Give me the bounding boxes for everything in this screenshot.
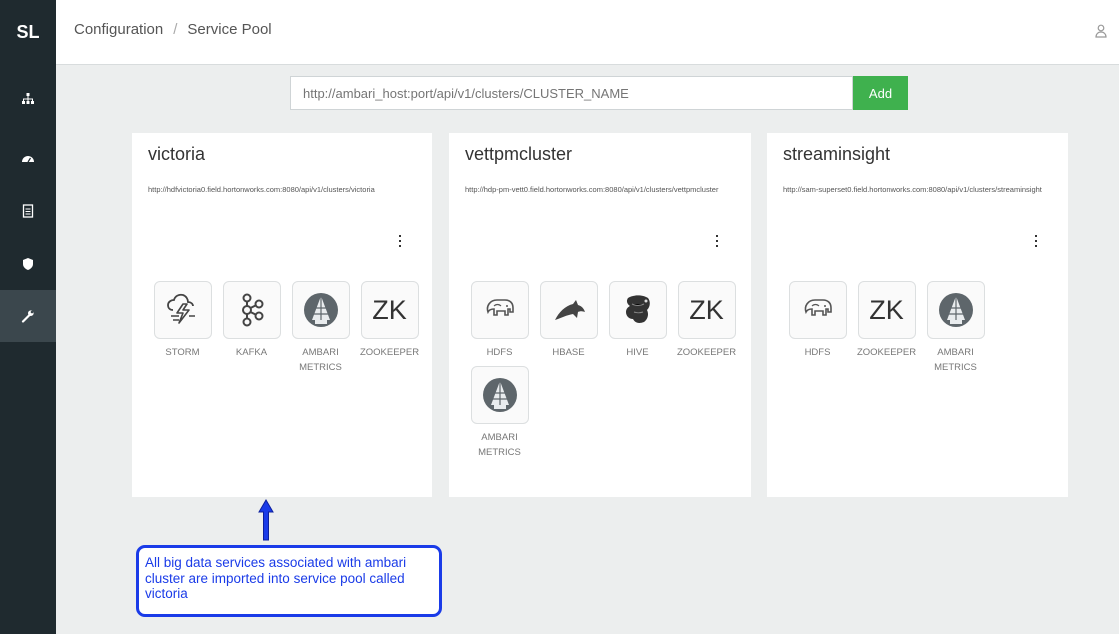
cluster-card-vettpmcluster: vettpmcluster http://hdp-pm-vett0.field.… <box>449 133 751 497</box>
ambari-metrics-icon <box>482 378 517 412</box>
cluster-url: http://sam-superset0.field.hortonworks.c… <box>783 185 1042 194</box>
breadcrumb-service-pool: Service Pool <box>187 21 272 38</box>
service-label: AMBARI METRICS <box>934 347 977 373</box>
sidebar-item-dashboard[interactable] <box>0 133 56 185</box>
service-label: KAFKA <box>235 347 268 358</box>
hbase-icon <box>554 300 585 320</box>
sidebar-item-topology[interactable] <box>0 73 56 125</box>
storm-icon <box>166 293 195 324</box>
breadcrumb-configuration[interactable]: Configuration <box>74 21 163 38</box>
cluster-url: http://hdp-pm-vett0.field.hortonworks.co… <box>465 185 719 194</box>
sidebar: SL <box>0 0 56 634</box>
cluster-card-streaminsight: streaminsight http://sam-superset0.field… <box>767 133 1068 497</box>
service-label: STORM <box>165 347 200 358</box>
service-item-zookeeper[interactable]: ZK ZOOKEEPER <box>852 281 921 375</box>
service-list: HDFS ZK ZOOKEEPER AMBARI METRICS <box>783 281 1073 381</box>
annotation-callout: All big data services associated with am… <box>136 545 442 617</box>
zookeeper-icon: ZK <box>689 294 724 325</box>
service-label: AMBARI METRICS <box>299 347 342 373</box>
ambari-metrics-icon <box>938 293 973 327</box>
cluster-url-input[interactable] <box>290 76 853 110</box>
user-icon[interactable] <box>1095 24 1107 38</box>
service-item-zookeeper[interactable]: ZK ZOOKEEPER <box>355 281 424 375</box>
service-item-hdfs[interactable]: HDFS <box>465 281 534 360</box>
app-logo[interactable]: SL <box>0 0 56 64</box>
cluster-name: victoria <box>148 144 206 164</box>
file-icon <box>22 204 34 218</box>
service-item-ambari-metrics[interactable]: AMBARI METRICS <box>465 366 534 460</box>
service-label: HBASE <box>552 347 585 358</box>
breadcrumb-separator: / <box>173 21 178 38</box>
service-item-hive[interactable]: HIVE <box>603 281 672 360</box>
service-label: HDFS <box>804 347 831 358</box>
service-item-ambari-metrics[interactable]: AMBARI METRICS <box>921 281 990 375</box>
service-list: STORM KAFKA AMBARI METRICS ZK ZOOKEEPER <box>148 281 438 381</box>
hive-icon <box>625 295 650 323</box>
cluster-name: streaminsight <box>783 144 891 164</box>
more-options-icon[interactable] <box>715 235 719 249</box>
sidebar-item-configuration[interactable] <box>0 290 56 342</box>
cluster-card-victoria: victoria http://hdfvictoria0.field.horto… <box>132 133 432 497</box>
more-options-icon[interactable] <box>398 235 402 249</box>
sitemap-icon <box>22 93 34 104</box>
service-label: ZOOKEEPER <box>856 347 917 358</box>
service-list: HDFS HBASE HIVE ZK ZOOKEEPER AMBARI METR… <box>465 281 755 466</box>
service-label: AMBARI METRICS <box>478 432 521 458</box>
service-label: ZOOKEEPER <box>359 347 420 358</box>
service-label: HIVE <box>626 347 649 358</box>
service-label: HDFS <box>486 347 513 358</box>
hdfs-icon <box>804 299 832 316</box>
breadcrumb: Configuration / Service Pool <box>74 21 272 38</box>
cluster-url: http://hdfvictoria0.field.hortonworks.co… <box>148 185 375 194</box>
shield-icon <box>23 258 33 270</box>
hdfs-icon <box>486 299 514 316</box>
arrow-up-icon <box>258 499 274 541</box>
cluster-name: vettpmcluster <box>465 144 573 164</box>
zookeeper-icon: ZK <box>372 294 407 325</box>
service-item-hbase[interactable]: HBASE <box>534 281 603 360</box>
service-label: ZOOKEEPER <box>676 347 737 358</box>
service-item-storm[interactable]: STORM <box>148 281 217 375</box>
ambari-metrics-icon <box>303 293 338 327</box>
service-item-kafka[interactable]: KAFKA <box>217 281 286 375</box>
zookeeper-icon: ZK <box>869 294 904 325</box>
service-item-ambari-metrics[interactable]: AMBARI METRICS <box>286 281 355 375</box>
dashboard-icon <box>22 156 34 163</box>
service-item-hdfs[interactable]: HDFS <box>783 281 852 375</box>
top-bar: Configuration / Service Pool <box>56 0 1119 65</box>
wrench-icon <box>21 310 34 323</box>
service-item-zookeeper[interactable]: ZK ZOOKEEPER <box>672 281 741 360</box>
kafka-icon <box>241 293 263 327</box>
add-cluster-button[interactable]: Add <box>853 76 908 110</box>
sidebar-item-files[interactable] <box>0 185 56 237</box>
sidebar-item-security[interactable] <box>0 238 56 290</box>
more-options-icon[interactable] <box>1034 235 1038 249</box>
